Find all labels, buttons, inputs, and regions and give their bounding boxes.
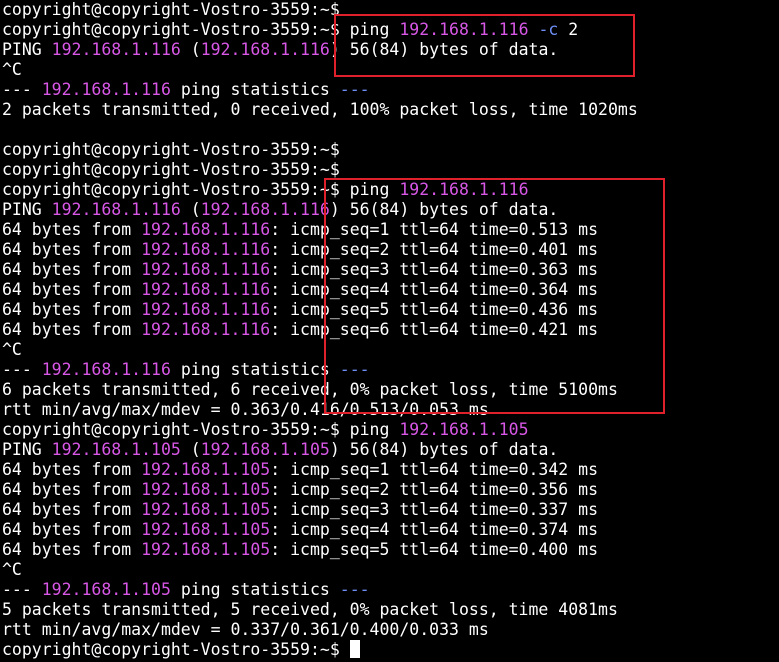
- text-segment: ---: [2, 80, 42, 99]
- ip-address: 192.168.1.105: [141, 520, 271, 539]
- ip-address: 192.168.1.116: [141, 260, 271, 279]
- terminal-cursor: [349, 640, 360, 658]
- annotation-box-ping-results: [324, 178, 665, 414]
- ip-address: 192.168.1.116: [41, 360, 171, 379]
- ip-address: 192.168.1.105: [41, 580, 171, 599]
- ip-address: 192.168.1.105: [141, 500, 271, 519]
- ping-header-line: PING 192.168.1.105 (192.168.1.105) 56(84…: [2, 440, 638, 460]
- text-segment: ping statistics: [170, 580, 340, 599]
- shell-prompt-line: copyright@copyright-Vostro-3559:~$: [2, 640, 638, 660]
- ip-address: 192.168.1.116: [141, 220, 271, 239]
- shell-prompt-line: copyright@copyright-Vostro-3559:~$: [2, 160, 638, 180]
- text-segment: 2 packets transmitted, 0 received, 100% …: [2, 100, 638, 119]
- ping-reply-line: 64 bytes from 192.168.1.105: icmp_seq=4 …: [2, 520, 638, 540]
- text-segment: PING: [2, 440, 52, 459]
- text-segment: ---: [2, 360, 42, 379]
- ip-address: 192.168.1.105: [141, 540, 271, 559]
- ip-address: 192.168.1.116: [141, 280, 271, 299]
- text-segment: rtt min/avg/max/mdev = 0.337/0.361/0.400…: [2, 620, 489, 639]
- packet-summary-line: 2 packets transmitted, 0 received, 100% …: [2, 100, 638, 120]
- text-segment: : icmp_seq=3 ttl=64 time=0.337 ms: [270, 500, 599, 519]
- text-segment: : icmp_seq=1 ttl=64 time=0.342 ms: [270, 460, 599, 479]
- text-segment: ) 56(84) bytes of data.: [329, 440, 559, 459]
- terminal-line: ^C: [2, 560, 638, 580]
- text-segment: 64 bytes from: [2, 540, 142, 559]
- terminal-window[interactable]: copyright@copyright-Vostro-3559:~$ copyri…: [0, 0, 779, 662]
- ping-statistics-header: --- 192.168.1.116 ping statistics ---: [2, 80, 638, 100]
- text-segment: ^C: [2, 560, 22, 579]
- text-segment: ---: [2, 580, 42, 599]
- ip-address: 192.168.1.116: [200, 40, 330, 59]
- text-segment: 64 bytes from: [2, 280, 142, 299]
- ip-address: 192.168.1.116: [141, 240, 271, 259]
- ping-reply-line: 64 bytes from 192.168.1.105: icmp_seq=5 …: [2, 540, 638, 560]
- ping-statistics-header: --- 192.168.1.105 ping statistics ---: [2, 580, 638, 600]
- text-segment: 64 bytes from: [2, 500, 142, 519]
- ping-reply-line: 64 bytes from 192.168.1.105: icmp_seq=1 …: [2, 460, 638, 480]
- shell-prompt-line: copyright@copyright-Vostro-3559:~$ ping …: [2, 420, 638, 440]
- text-segment: copyright@copyright-Vostro-3559:~$: [2, 140, 340, 159]
- ip-address: 192.168.1.116: [51, 200, 181, 219]
- text-segment: 64 bytes from: [2, 480, 142, 499]
- text-segment: 64 bytes from: [2, 240, 142, 259]
- ping-reply-line: 64 bytes from 192.168.1.105: icmp_seq=2 …: [2, 480, 638, 500]
- text-segment: ping statistics: [170, 360, 340, 379]
- text-segment: copyright@copyright-Vostro-3559:~$: [2, 640, 350, 659]
- text-segment: : icmp_seq=2 ttl=64 time=0.356 ms: [270, 480, 599, 499]
- text-segment: 5 packets transmitted, 5 received, 0% pa…: [2, 600, 618, 619]
- annotation-box-ping-count: [334, 14, 635, 77]
- text-segment: PING: [2, 200, 52, 219]
- text-segment: 64 bytes from: [2, 320, 142, 339]
- highlighted-token: ---: [339, 580, 370, 599]
- text-segment: : icmp_seq=5 ttl=64 time=0.400 ms: [270, 540, 599, 559]
- text-segment: copyright@copyright-Vostro-3559:~$: [2, 160, 340, 179]
- text-segment: 64 bytes from: [2, 460, 142, 479]
- ip-address: 192.168.1.105: [51, 440, 181, 459]
- ip-address: 192.168.1.105: [200, 440, 330, 459]
- text-segment: (: [180, 200, 201, 219]
- text-segment: 64 bytes from: [2, 520, 142, 539]
- packet-summary-line: 5 packets transmitted, 5 received, 0% pa…: [2, 600, 638, 620]
- highlighted-token: ---: [339, 80, 370, 99]
- ip-address: 192.168.1.116: [41, 80, 171, 99]
- text-segment: copyright@copyright-Vostro-3559:~$ ping: [2, 420, 400, 439]
- ip-address: 192.168.1.116: [51, 40, 181, 59]
- text-segment: 64 bytes from: [2, 260, 142, 279]
- text-segment: 64 bytes from: [2, 220, 142, 239]
- text-segment: 64 bytes from: [2, 300, 142, 319]
- ip-address: 192.168.1.116: [200, 200, 330, 219]
- rtt-summary-line: rtt min/avg/max/mdev = 0.337/0.361/0.400…: [2, 620, 638, 640]
- ip-address: 192.168.1.116: [141, 320, 271, 339]
- text-segment: ^C: [2, 60, 22, 79]
- text-segment: (: [180, 40, 201, 59]
- text-segment: copyright@copyright-Vostro-3559:~$: [2, 0, 340, 19]
- shell-prompt-line: copyright@copyright-Vostro-3559:~$: [2, 140, 638, 160]
- text-segment: (: [180, 440, 201, 459]
- ping-reply-line: 64 bytes from 192.168.1.105: icmp_seq=3 …: [2, 500, 638, 520]
- text-segment: : icmp_seq=4 ttl=64 time=0.374 ms: [270, 520, 599, 539]
- ip-address: 192.168.1.105: [141, 480, 271, 499]
- text-segment: ping statistics: [170, 80, 340, 99]
- ip-address: 192.168.1.105: [399, 420, 529, 439]
- ip-address: 192.168.1.105: [141, 460, 271, 479]
- ip-address: 192.168.1.116: [141, 300, 271, 319]
- text-segment: ^C: [2, 340, 22, 359]
- text-segment: PING: [2, 40, 52, 59]
